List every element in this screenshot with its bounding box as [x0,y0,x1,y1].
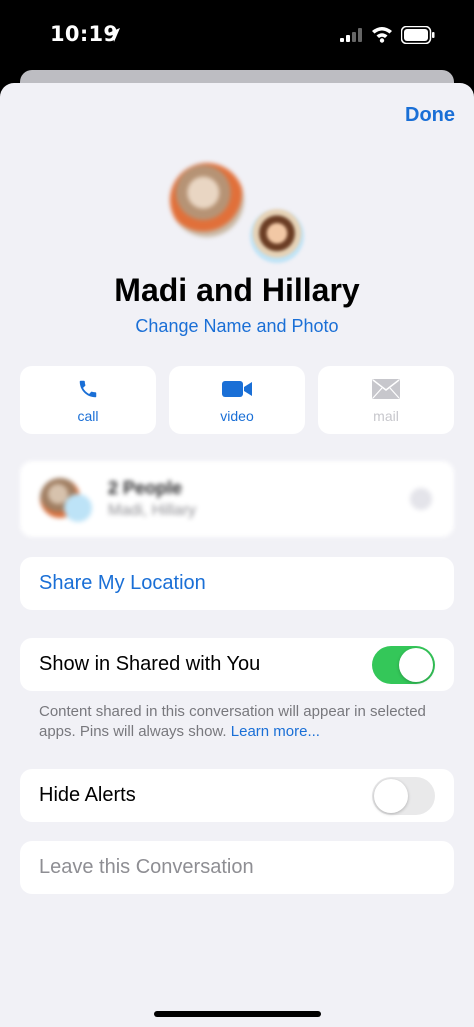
video-label: video [220,408,254,424]
done-button[interactable]: Done [405,104,455,127]
share-location-label: Share My Location [39,572,206,594]
cellular-signal-icon [340,28,362,42]
shared-with-you-toggle[interactable] [372,646,435,684]
status-bar: 10:19 [0,0,474,70]
hide-alerts-toggle[interactable] [372,777,435,815]
toggle-knob [399,648,433,682]
mail-label: mail [373,408,399,424]
shared-with-you-footnote: Content shared in this conversation will… [39,702,439,742]
shared-with-you-label: Show in Shared with You [39,653,261,675]
video-camera-icon [222,381,252,397]
call-label: call [77,408,99,424]
avatar [64,494,92,522]
change-name-photo-link[interactable]: Change Name and Photo [0,316,474,337]
shared-with-you-row: Show in Shared with You [20,638,454,691]
leave-conversation-button[interactable]: Leave this Conversation [20,841,454,894]
mail-button[interactable]: mail [318,366,454,434]
hide-alerts-row: Hide Alerts [20,769,454,822]
phone-icon [79,380,97,398]
home-indicator[interactable] [154,1011,321,1017]
avatar[interactable] [250,209,304,263]
video-button[interactable]: video [169,366,305,434]
avatar[interactable] [170,163,244,237]
learn-more-link[interactable]: Learn more... [231,723,320,740]
conversation-name: Madi and Hillary [114,272,360,308]
call-button[interactable]: call [20,366,156,434]
toggle-knob [374,779,408,813]
battery-icon [401,26,435,44]
people-names: Madi, Hillary [108,502,197,519]
chevron-right-icon [410,488,432,510]
share-location-row[interactable]: Share My Location [20,557,454,610]
wifi-icon [372,27,392,43]
hide-alerts-label: Hide Alerts [39,784,136,806]
location-arrow-icon [106,28,120,42]
people-row[interactable]: 2 People Madi, Hillary [20,461,454,537]
envelope-icon [372,379,400,399]
leave-conversation-label: Leave this Conversation [39,856,254,878]
people-count: 2 People [108,478,183,498]
